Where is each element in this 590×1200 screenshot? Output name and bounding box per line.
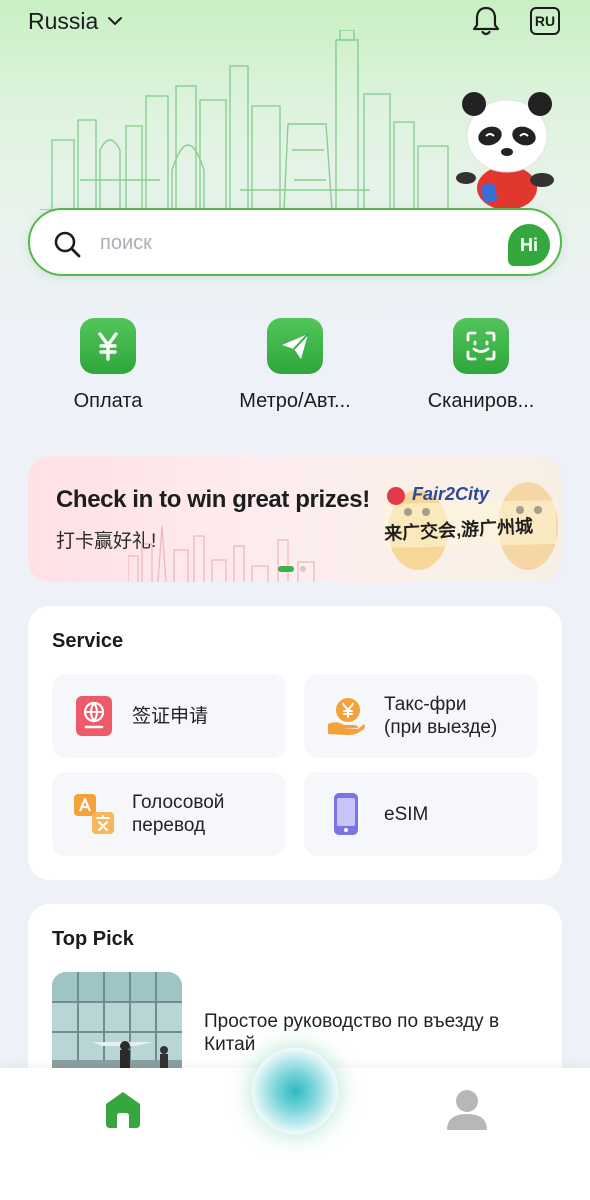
search-bar[interactable]: Hi	[28, 208, 562, 276]
paper-plane-icon	[282, 333, 309, 359]
yuan-icon	[98, 332, 118, 361]
search-icon	[54, 231, 81, 258]
chevron-down-icon	[108, 17, 123, 26]
service-item-visa[interactable]: 签证申请	[52, 674, 286, 758]
fair2city-brand: Fair2City	[412, 484, 490, 504]
quick-action-scan[interactable]: Сканиров...	[391, 318, 571, 413]
region-label: Russia	[28, 7, 99, 34]
region-selector[interactable]: Russia	[28, 6, 124, 36]
scan-icon	[466, 331, 496, 361]
carousel-dot	[300, 566, 306, 572]
esim-phone-icon	[334, 793, 358, 835]
tax-refund-icon	[328, 698, 365, 736]
service-item-esim[interactable]: eSIM	[304, 772, 538, 856]
quick-action-tile	[453, 318, 509, 374]
search-input[interactable]	[100, 224, 460, 262]
service-item-label: eSIM	[384, 803, 429, 825]
carousel-indicator	[278, 566, 306, 572]
service-item-label: Такс-фри (при выезде)	[384, 694, 498, 738]
city-skyline-illustration	[40, 30, 460, 210]
city-skyline-decoration	[128, 525, 315, 582]
carousel-dot-active	[278, 566, 294, 572]
service-item-label: 签证申请	[132, 705, 209, 727]
home-tab-icon[interactable]	[102, 1088, 144, 1130]
banner-title: Check in to win great prizes!	[56, 486, 370, 513]
top-pick-title: Top Pick	[52, 928, 134, 950]
service-item-label: Голосовой перевод	[132, 792, 225, 836]
hero-background	[0, 0, 590, 330]
quick-action-metro-bus[interactable]: Метро/Авт...	[205, 318, 385, 413]
top-bar: Russia RU	[0, 0, 590, 44]
quick-action-tile	[267, 318, 323, 374]
quick-action-tile	[80, 318, 136, 374]
quick-action-label: Метро/Авт...	[239, 390, 351, 412]
bell-icon[interactable]	[470, 4, 502, 38]
top-pick-article-title[interactable]: Простое руководство по въезду в Китай	[204, 1010, 534, 1056]
service-card: Service 签证申请 Такс-фри (при выезде) Голос…	[28, 606, 562, 880]
ai-assistant-hi-button[interactable]: Hi	[508, 224, 550, 266]
banner-subtitle: 打卡赢好礼!	[56, 531, 157, 552]
quick-action-label: Сканиров...	[427, 390, 535, 412]
profile-tab-icon[interactable]	[444, 1086, 490, 1132]
quick-action-label: Оплата	[73, 390, 143, 412]
quick-action-payment[interactable]: Оплата	[18, 318, 198, 413]
service-item-tax-free[interactable]: Такс-фри (при выезде)	[304, 674, 538, 758]
translate-icon	[74, 794, 114, 834]
language-switch-button[interactable]: RU	[530, 7, 560, 35]
service-title: Service	[52, 630, 124, 652]
panda-mascot-illustration	[456, 92, 554, 210]
promo-banner[interactable]: Check in to win great prizes! 打卡赢好礼! Fai…	[28, 456, 562, 582]
ai-assistant-orb-button[interactable]	[252, 1048, 338, 1134]
service-item-voice-translate[interactable]: Голосовой перевод	[52, 772, 286, 856]
visa-passport-icon	[76, 696, 112, 736]
